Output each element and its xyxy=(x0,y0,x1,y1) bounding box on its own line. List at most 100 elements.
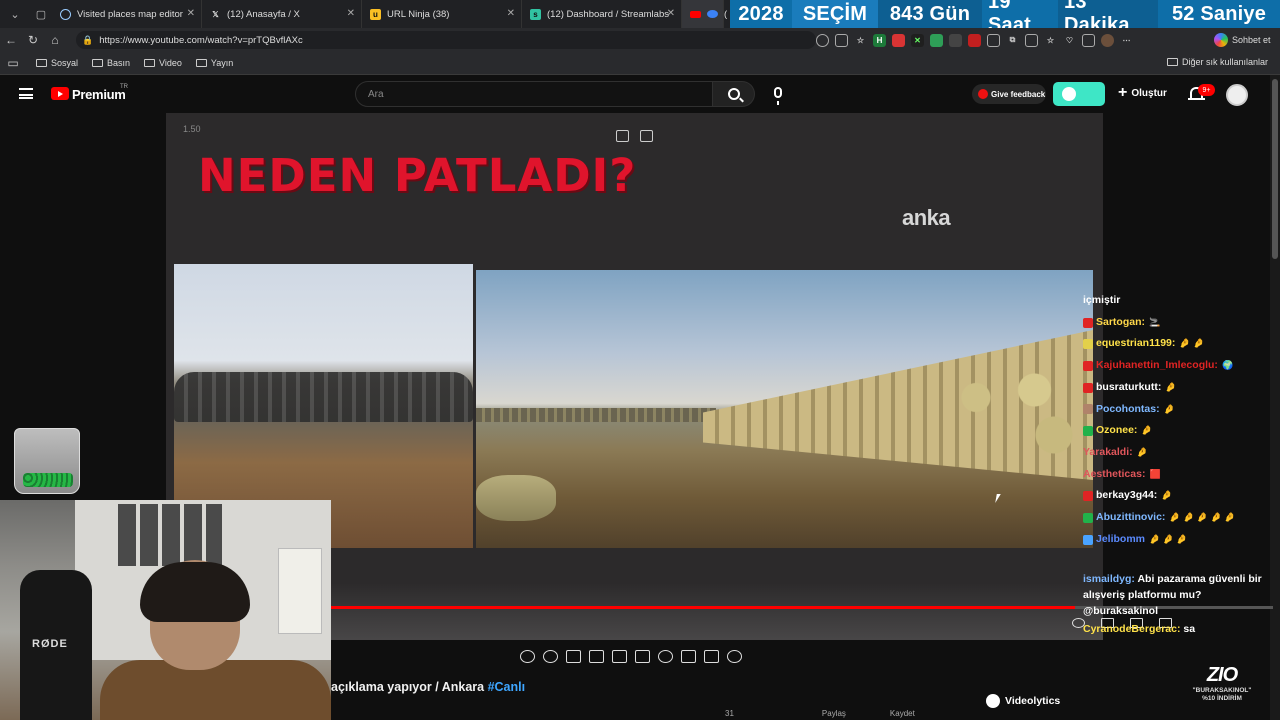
extension-f-icon[interactable] xyxy=(968,33,981,47)
pipe-stack xyxy=(703,330,1093,480)
screen: ⌄ ▢ Visited places map editor ✕ 𝕏 (12) A… xyxy=(0,0,1280,720)
chat-message: ismaildyg: Abi pazarama güvenli bir alış… xyxy=(1083,571,1273,637)
chat-message: berkay3g44: 🤌 xyxy=(1083,485,1273,507)
like-button[interactable]: 31 xyxy=(725,709,734,718)
voice-search-icon[interactable] xyxy=(774,87,782,105)
tab-streamlabs[interactable]: s (12) Dashboard / Streamlabs ✕ xyxy=(522,0,682,28)
search-input[interactable]: Ara xyxy=(355,81,713,107)
bookmark-label: Yayın xyxy=(210,58,234,68)
notification-badge: 9+ xyxy=(1198,84,1215,96)
search-button[interactable] xyxy=(713,81,755,107)
close-tab-icon[interactable]: ✕ xyxy=(667,8,675,19)
tab-url-ninja[interactable]: u URL Ninja (38) ✕ xyxy=(362,0,522,28)
sponsor-logo: ZIO xyxy=(1206,664,1238,686)
share-button[interactable]: Paylaş xyxy=(822,709,846,718)
bookmark-folder-basin[interactable]: Basın xyxy=(92,58,130,68)
give-feedback-button[interactable]: Give feedback xyxy=(972,84,1046,104)
videolytics-label: Videolytics xyxy=(1005,695,1061,707)
extension-toggle[interactable] xyxy=(1053,82,1105,106)
region-code: TR xyxy=(120,84,128,90)
broadcast-icon[interactable] xyxy=(543,650,558,663)
scrollbar-thumb[interactable] xyxy=(1272,79,1278,259)
subtitles-icon[interactable] xyxy=(635,650,650,663)
countdown-hours: 19 Saat xyxy=(982,0,1058,36)
tab-youtube[interactable]: ( xyxy=(682,0,727,28)
account-avatar[interactable] xyxy=(1226,84,1248,106)
webcam-poster xyxy=(278,548,322,634)
sponsor-code: "BURAKSAKINOL" xyxy=(1192,687,1252,694)
favorite-star-icon[interactable]: ☆ xyxy=(854,34,867,47)
other-favorites[interactable]: Diğer sık kullanılanlar xyxy=(1166,57,1268,67)
picture-in-picture-icon[interactable] xyxy=(616,130,629,142)
speed-icon[interactable] xyxy=(658,650,673,663)
settings-icon[interactable] xyxy=(727,650,742,663)
search-icon xyxy=(727,88,740,100)
collections-icon[interactable]: ♡ xyxy=(1063,34,1076,47)
hamburger-menu-icon[interactable] xyxy=(19,88,33,99)
extension-e-icon[interactable] xyxy=(949,33,962,47)
reload-icon[interactable]: ↻ xyxy=(22,29,44,51)
extension-c-icon[interactable]: ✕ xyxy=(911,33,924,47)
bookmark-folder-sosyal[interactable]: Sosyal xyxy=(36,58,78,68)
hashtag-link[interactable]: #Canlı xyxy=(488,680,526,694)
sidebar-toggle-icon[interactable]: ▭ xyxy=(0,52,26,74)
copilot-chat-button[interactable]: Sohbet et xyxy=(1214,31,1271,49)
videolytics-button[interactable]: Videolytics xyxy=(986,694,1060,708)
chat-message: Abuzittinovic: 🤌 🤌 🤌 🤌 🤌 xyxy=(1083,507,1273,529)
popout-icon[interactable] xyxy=(640,130,653,142)
watch-later-icon[interactable] xyxy=(566,650,581,663)
home-icon[interactable]: ⌂ xyxy=(44,29,66,51)
chat-mention: @buraksakinol xyxy=(1083,605,1159,617)
favorites-icon[interactable]: ☆ xyxy=(1044,34,1057,47)
chat-message: Ozonee: 🤌 xyxy=(1083,420,1273,442)
workspaces-icon[interactable]: ▢ xyxy=(30,3,52,25)
save-button[interactable]: Kaydet xyxy=(890,709,915,718)
browser-essentials-icon[interactable] xyxy=(1082,33,1095,47)
tab-x[interactable]: 𝕏 (12) Anasayfa / X ✕ xyxy=(202,0,362,28)
youtube-logo-icon[interactable] xyxy=(51,87,69,100)
chat-emote: 🤌 xyxy=(1163,403,1175,414)
feedback-icon xyxy=(978,89,988,99)
progress-played xyxy=(331,606,1076,609)
folder-icon xyxy=(195,59,207,67)
chat-badge-icon xyxy=(1083,426,1093,437)
close-tab-icon[interactable]: ✕ xyxy=(187,8,195,19)
chat-badge-icon xyxy=(1083,512,1093,523)
webcam-person-body xyxy=(100,660,331,720)
extension-b-icon[interactable] xyxy=(892,33,905,47)
picture-icon[interactable] xyxy=(612,650,627,663)
screenshot-icon[interactable] xyxy=(704,650,719,663)
tab-visited-places[interactable]: Visited places map editor ✕ xyxy=(52,0,202,28)
video-headline: NEDEN PATLADI? xyxy=(198,149,637,202)
youtube-premium-label[interactable]: Premium xyxy=(72,87,126,102)
site-info-icon[interactable] xyxy=(816,33,829,47)
loop-icon[interactable] xyxy=(520,650,535,663)
chat-text: sa xyxy=(1183,623,1196,635)
extension-a-icon[interactable]: H xyxy=(873,33,886,47)
tab-title: (12) Dashboard / Streamlabs xyxy=(547,8,669,20)
extension-d-icon[interactable] xyxy=(930,33,943,47)
tab-search-icon[interactable]: ⌄ xyxy=(4,3,26,25)
close-tab-icon[interactable]: ✕ xyxy=(347,8,355,19)
anka-watermark: anka xyxy=(902,205,951,230)
close-tab-icon[interactable]: ✕ xyxy=(507,8,515,19)
create-label: Oluştur xyxy=(1131,87,1167,99)
lock-icon: 🔒 xyxy=(82,34,94,45)
profile-avatar-icon[interactable] xyxy=(1101,33,1114,47)
bookmark-folder-yayin[interactable]: Yayın xyxy=(195,58,234,68)
back-icon[interactable]: ← xyxy=(0,29,22,51)
chat-emote: 🌍 xyxy=(1221,360,1234,371)
address-bar-row: ← ↻ ⌂ 🔒 https://www.youtube.com/watch?v=… xyxy=(0,28,1280,52)
apps-icon[interactable] xyxy=(835,33,848,47)
chat-emote: 🚬 xyxy=(1149,316,1161,327)
split-screen-icon[interactable] xyxy=(1025,33,1038,47)
extension-g-icon[interactable] xyxy=(987,33,1000,47)
chat-emote: 🤌 xyxy=(1141,425,1153,436)
puzzle-icon[interactable]: ⧉ xyxy=(1006,34,1019,47)
cinema-icon[interactable] xyxy=(589,650,604,663)
more-menu-icon[interactable]: ⋯ xyxy=(1120,34,1133,47)
url-input[interactable]: 🔒 https://www.youtube.com/watch?v=prTQBv… xyxy=(76,31,816,49)
add-screen-icon[interactable] xyxy=(681,650,696,663)
create-button[interactable]: + Oluştur xyxy=(1118,85,1167,101)
bookmark-folder-video[interactable]: Video xyxy=(144,58,182,68)
